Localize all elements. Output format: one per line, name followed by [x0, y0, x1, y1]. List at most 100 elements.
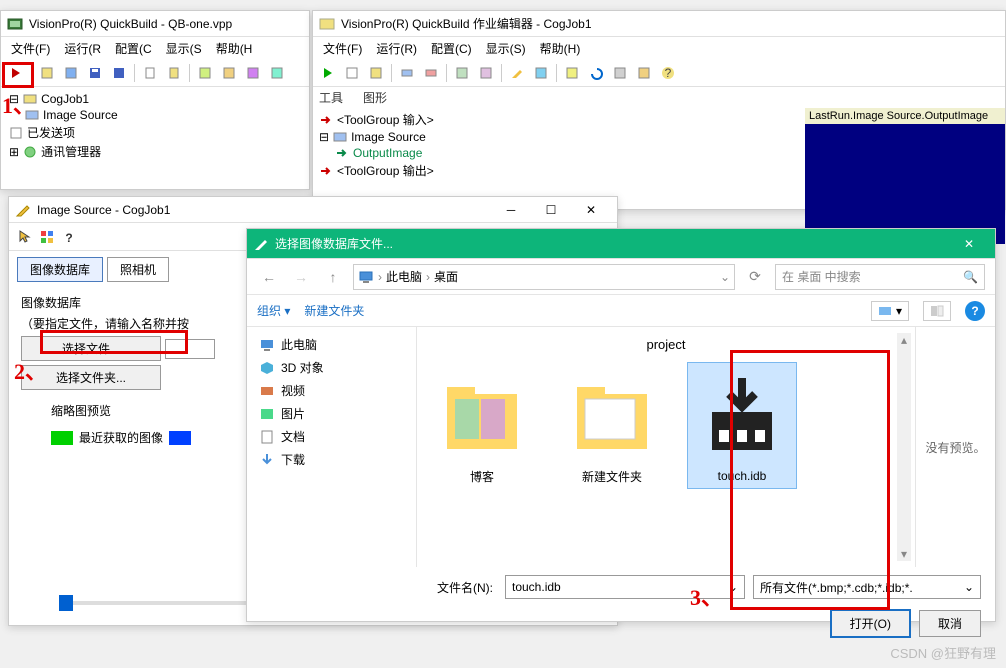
dropdown-icon[interactable]: ⌄	[720, 270, 730, 284]
file-item-touch-idb[interactable]: touch.idb	[687, 362, 797, 489]
cube-icon	[259, 360, 275, 376]
scrollbar[interactable]: ▴ ▾	[897, 333, 911, 561]
grid-button[interactable]	[39, 229, 55, 245]
tree-node-cogjob[interactable]: ⊟ CogJob1	[9, 91, 301, 107]
minimize-button[interactable]: ─	[491, 197, 531, 223]
toolbar-btn-8[interactable]	[194, 62, 216, 84]
expand-icon[interactable]: ⊟	[319, 130, 329, 144]
sidebar-item-3d[interactable]: 3D 对象	[251, 356, 412, 379]
file-open-dialog: 选择图像数据库文件... ✕ ← → ↑ › 此电脑 › 桌面 ⌄ ⟳ 在 桌面…	[246, 228, 996, 622]
toolbar-btn-9[interactable]	[218, 62, 240, 84]
window-title: VisionPro(R) QuickBuild 作业编辑器 - CogJob1	[341, 15, 592, 32]
menu-file[interactable]: 文件(F)	[5, 38, 56, 59]
toolbar-btn[interactable]	[633, 62, 655, 84]
toolbar-btn[interactable]	[451, 62, 473, 84]
tree-node-imgsrc[interactable]: ⊟ Image Source	[319, 129, 799, 145]
nav-row: ← → ↑ › 此电脑 › 桌面 ⌄ ⟳ 在 桌面 中搜索 🔍	[247, 259, 995, 295]
tree-node-posted[interactable]: 已发送项	[9, 123, 301, 142]
toolbar-btn-10[interactable]	[242, 62, 264, 84]
help-button[interactable]: ?	[657, 62, 679, 84]
help-button[interactable]: ?	[61, 229, 77, 245]
back-button[interactable]: ←	[257, 265, 281, 289]
toolbar-btn-5[interactable]	[108, 62, 130, 84]
toolbar-btn[interactable]	[609, 62, 631, 84]
menu-view[interactable]: 显示(S)	[480, 38, 532, 59]
tree-node-output[interactable]: OutputImage	[319, 145, 799, 161]
crumb-pc[interactable]: 此电脑	[386, 268, 422, 285]
sidebar-item-downloads[interactable]: 下载	[251, 448, 412, 471]
tree-node-input[interactable]: <ToolGroup 输入>	[319, 110, 799, 129]
file-item-newfolder[interactable]: 新建文件夹	[557, 362, 667, 489]
toolbar-btn[interactable]	[561, 62, 583, 84]
toolbar-btn[interactable]	[420, 62, 442, 84]
toolbar-btn-7[interactable]	[163, 62, 185, 84]
toolbar-btn[interactable]	[475, 62, 497, 84]
edit-button[interactable]	[506, 62, 528, 84]
app-icon	[7, 16, 23, 32]
search-input[interactable]: 在 桌面 中搜索 🔍	[775, 264, 985, 290]
sidebar: 此电脑 3D 对象 视频 图片 文档 下载	[247, 327, 417, 567]
sidebar-item-pc[interactable]: 此电脑	[251, 333, 412, 356]
tree-node-imagesource[interactable]: Image Source	[9, 107, 301, 123]
menu-help[interactable]: 帮助(H)	[534, 38, 587, 59]
cancel-button[interactable]: 取消	[919, 610, 981, 637]
pointer-button[interactable]	[17, 229, 33, 245]
filter-combo[interactable]: 所有文件(*.bmp;*.cdb;*.idb;*.⌄	[753, 575, 981, 599]
file-label: 博客	[470, 470, 494, 484]
toolbar-btn[interactable]	[341, 62, 363, 84]
folder-header: project	[427, 333, 905, 362]
quickbuild-main-window: VisionPro(R) QuickBuild - QB-one.vpp 文件(…	[0, 10, 310, 190]
toolbar-btn[interactable]	[365, 62, 387, 84]
close-button[interactable]: ✕	[571, 197, 611, 223]
expand-icon[interactable]: ⊞	[9, 145, 19, 159]
refresh-button[interactable]: ⟳	[743, 265, 767, 289]
menu-help[interactable]: 帮助(H	[210, 38, 259, 59]
slider-thumb[interactable]	[59, 595, 73, 611]
view-mode-button[interactable]: ▾	[871, 301, 909, 321]
file-path-input[interactable]	[165, 339, 215, 359]
crumb-desktop[interactable]: 桌面	[434, 268, 458, 285]
run-button[interactable]	[317, 62, 339, 84]
file-label: 新建文件夹	[582, 470, 642, 484]
forward-button[interactable]: →	[289, 265, 313, 289]
tree-node-out[interactable]: <ToolGroup 输出>	[319, 161, 799, 180]
menu-view[interactable]: 显示(S	[160, 38, 208, 59]
toolbar-row: 组织 ▾ 新建文件夹 ▾ ?	[247, 295, 995, 327]
save-button[interactable]	[84, 62, 106, 84]
sidebar-item-videos[interactable]: 视频	[251, 379, 412, 402]
run-button[interactable]	[5, 62, 27, 84]
help-button[interactable]: ?	[965, 301, 985, 321]
toolbar-btn[interactable]	[530, 62, 552, 84]
menu-file[interactable]: 文件(F)	[317, 38, 368, 59]
sidebar-item-docs[interactable]: 文档	[251, 425, 412, 448]
tab-image-db[interactable]: 图像数据库	[17, 257, 103, 282]
new-folder-button[interactable]: 新建文件夹	[304, 302, 364, 319]
menu-run[interactable]: 运行(R)	[370, 38, 423, 59]
tree-node-comm[interactable]: ⊞ 通讯管理器	[9, 142, 301, 161]
output-icon	[319, 164, 333, 178]
undo-button[interactable]	[585, 62, 607, 84]
toolbar-btn-6[interactable]	[139, 62, 161, 84]
menu-config[interactable]: 配置(C)	[425, 38, 478, 59]
sidebar-item-pictures[interactable]: 图片	[251, 402, 412, 425]
tab-camera[interactable]: 照相机	[107, 257, 169, 282]
toolbar-btn-11[interactable]	[266, 62, 288, 84]
swatch-icon	[51, 431, 73, 445]
breadcrumb[interactable]: › 此电脑 › 桌面 ⌄	[353, 264, 735, 290]
search-icon: 🔍	[963, 270, 978, 284]
menu-run[interactable]: 运行(R	[58, 38, 107, 59]
tree-label: Image Source	[351, 130, 426, 144]
toolbar-btn-2[interactable]	[36, 62, 58, 84]
close-button[interactable]: ✕	[949, 231, 989, 257]
toolbar-btn-3[interactable]	[60, 62, 82, 84]
maximize-button[interactable]: ☐	[531, 197, 571, 223]
tree-label: 已发送项	[27, 124, 75, 141]
menu-config[interactable]: 配置(C	[109, 38, 158, 59]
up-button[interactable]: ↑	[321, 265, 345, 289]
file-item-blog[interactable]: 博客	[427, 362, 537, 489]
sidebar-label: 图片	[281, 405, 305, 422]
preview-toggle-button[interactable]	[923, 301, 951, 321]
toolbar-btn[interactable]	[396, 62, 418, 84]
organize-button[interactable]: 组织 ▾	[257, 302, 290, 319]
open-button[interactable]: 打开(O)	[830, 609, 911, 638]
